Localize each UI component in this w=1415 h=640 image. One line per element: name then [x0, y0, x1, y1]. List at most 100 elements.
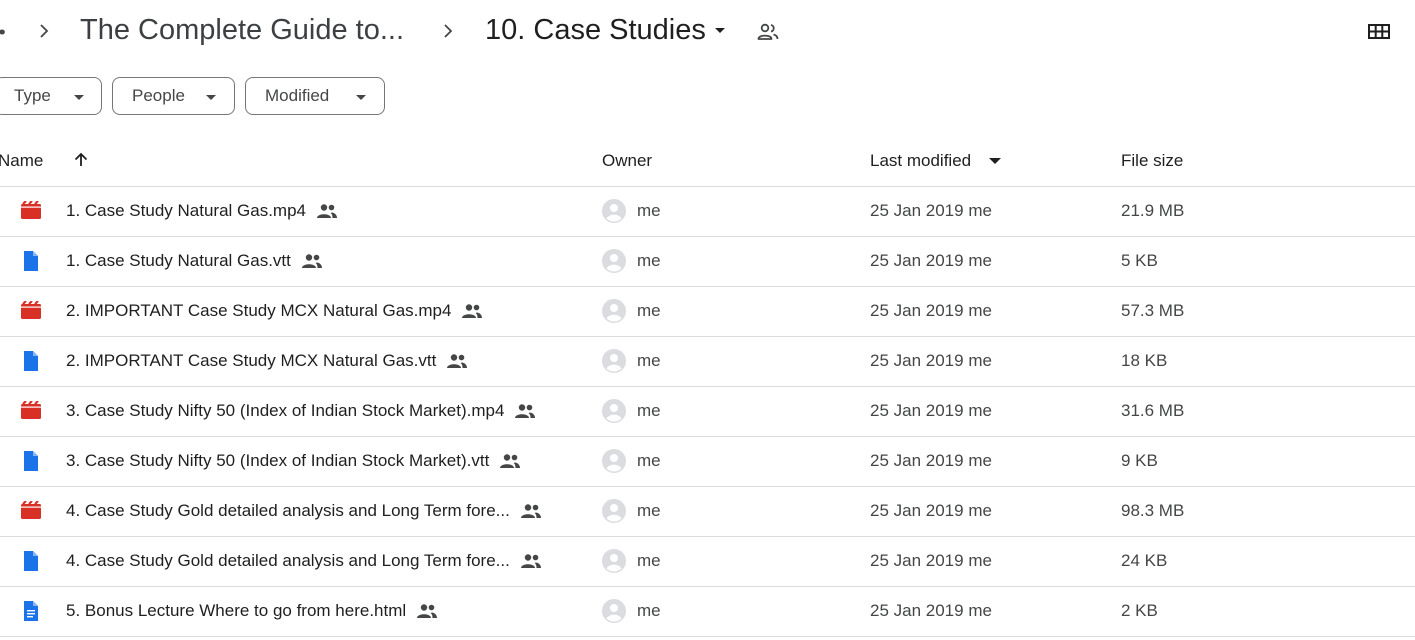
shared-folder-icon[interactable]	[756, 21, 780, 48]
grid-view-icon[interactable]	[1367, 21, 1391, 48]
shared-people-icon	[461, 303, 483, 324]
file-row[interactable]: 4. Case Study Gold detailed analysis and…	[0, 537, 1415, 587]
people-filter-label: People	[132, 86, 185, 105]
modified-filter-label: Modified	[265, 86, 330, 105]
file-name[interactable]: 1. Case Study Natural Gas.mp4	[66, 201, 338, 224]
file-name[interactable]: 5. Bonus Lecture Where to go from here.h…	[66, 601, 438, 624]
file-name[interactable]: 2. IMPORTANT Case Study MCX Natural Gas.…	[66, 351, 468, 374]
generic-file-icon	[20, 351, 42, 371]
modified-date: 25 Jan 2019	[870, 201, 964, 220]
file-list: 1. Case Study Natural Gas.mp4 me 25 Jan 20…	[0, 187, 1415, 637]
modified-by: me	[968, 251, 992, 270]
sort-dropdown-caret-icon[interactable]	[989, 158, 1001, 164]
sort-ascending-icon[interactable]	[72, 151, 90, 174]
default-avatar-icon	[602, 349, 626, 373]
modified-date: 25 Jan 2019	[870, 251, 964, 270]
file-last-modified: 25 Jan 2019 me	[870, 401, 992, 421]
modified-date: 25 Jan 2019	[870, 551, 964, 570]
shared-people-icon	[316, 203, 338, 224]
file-last-modified: 25 Jan 2019 me	[870, 251, 992, 271]
video-file-icon	[20, 400, 42, 421]
file-row[interactable]: 2. IMPORTANT Case Study MCX Natural Gas.…	[0, 287, 1415, 337]
file-size: 31.6 MB	[1121, 401, 1185, 420]
file-row[interactable]: 2. IMPORTANT Case Study MCX Natural Gas.…	[0, 337, 1415, 387]
file-size: 24 KB	[1121, 551, 1168, 570]
default-avatar-icon	[602, 299, 626, 323]
file-name[interactable]: 3. Case Study Nifty 50 (Index of Indian …	[66, 401, 536, 424]
file-row[interactable]: 4. Case Study Gold detailed analysis and…	[0, 487, 1415, 537]
default-avatar-icon	[602, 199, 626, 223]
document-file-icon	[20, 601, 42, 621]
file-owner: me	[637, 401, 661, 420]
modified-by: me	[968, 201, 992, 220]
generic-file-icon	[20, 251, 42, 271]
file-name-text: 2. IMPORTANT Case Study MCX Natural Gas.…	[66, 301, 452, 320]
modified-date: 25 Jan 2019	[870, 501, 964, 520]
modified-date: 25 Jan 2019	[870, 601, 964, 620]
file-name-text: 3. Case Study Nifty 50 (Index of Indian …	[66, 451, 490, 470]
chevron-right-icon	[32, 16, 56, 48]
file-row[interactable]: 3. Case Study Nifty 50 (Index of Indian …	[0, 387, 1415, 437]
file-owner: me	[637, 451, 661, 470]
breadcrumb-more[interactable]: ••	[0, 22, 5, 43]
file-owner: me	[637, 551, 661, 570]
file-size: 9 KB	[1121, 451, 1158, 470]
default-avatar-icon	[602, 249, 626, 273]
file-owner: me	[637, 301, 661, 320]
file-last-modified: 25 Jan 2019 me	[870, 351, 992, 371]
file-name[interactable]: 1. Case Study Natural Gas.vtt	[66, 251, 323, 274]
file-name[interactable]: 4. Case Study Gold detailed analysis and…	[66, 501, 542, 524]
shared-people-icon	[499, 453, 521, 474]
generic-file-icon	[20, 451, 42, 471]
video-file-icon	[20, 200, 42, 221]
default-avatar-icon	[602, 599, 626, 623]
file-last-modified: 25 Jan 2019 me	[870, 501, 992, 521]
default-avatar-icon	[602, 399, 626, 423]
file-name-text: 4. Case Study Gold detailed analysis and…	[66, 501, 510, 520]
dropdown-caret-icon	[74, 95, 84, 100]
type-filter-label: Type	[14, 86, 51, 105]
file-name[interactable]: 2. IMPORTANT Case Study MCX Natural Gas.…	[66, 301, 483, 324]
modified-by: me	[968, 301, 992, 320]
breadcrumb: •• The Complete Guide to... 10. Case Stu…	[0, 0, 1415, 64]
file-name-text: 4. Case Study Gold detailed analysis and…	[66, 551, 510, 570]
file-owner: me	[637, 201, 661, 220]
modified-filter-chip[interactable]: Modified	[245, 77, 385, 115]
file-row[interactable]: 1. Case Study Natural Gas.vtt me 25 Jan 20…	[0, 237, 1415, 287]
file-row[interactable]: 5. Bonus Lecture Where to go from here.h…	[0, 587, 1415, 637]
default-avatar-icon	[602, 499, 626, 523]
file-name-text: 1. Case Study Natural Gas.mp4	[66, 201, 307, 220]
column-header-owner[interactable]: Owner	[602, 151, 652, 171]
file-name[interactable]: 4. Case Study Gold detailed analysis and…	[66, 551, 542, 574]
file-name[interactable]: 3. Case Study Nifty 50 (Index of Indian …	[66, 451, 521, 474]
modified-by: me	[968, 501, 992, 520]
people-filter-chip[interactable]: People	[112, 77, 235, 115]
file-owner: me	[637, 501, 661, 520]
generic-file-icon	[20, 551, 42, 571]
modified-date: 25 Jan 2019	[870, 401, 964, 420]
type-filter-chip[interactable]: Type	[0, 77, 102, 115]
file-row[interactable]: 3. Case Study Nifty 50 (Index of Indian …	[0, 437, 1415, 487]
modified-by: me	[968, 451, 992, 470]
file-size: 21.9 MB	[1121, 201, 1185, 220]
modified-by: me	[968, 401, 992, 420]
column-header-file-size[interactable]: File size	[1121, 151, 1183, 171]
file-owner: me	[637, 251, 661, 270]
breadcrumb-current-folder[interactable]: 10. Case Studies	[485, 14, 706, 47]
column-header-name[interactable]: Name	[0, 151, 43, 171]
dropdown-caret-icon	[356, 95, 366, 100]
dropdown-caret-icon	[206, 95, 216, 100]
breadcrumb-parent[interactable]: The Complete Guide to...	[80, 14, 404, 47]
shared-people-icon	[520, 503, 542, 524]
file-last-modified: 25 Jan 2019 me	[870, 301, 992, 321]
table-header: Name Owner Last modified File size	[0, 140, 1415, 187]
file-row[interactable]: 1. Case Study Natural Gas.mp4 me 25 Jan 20…	[0, 187, 1415, 237]
video-file-icon	[20, 500, 42, 521]
file-name-text: 3. Case Study Nifty 50 (Index of Indian …	[66, 401, 505, 420]
shared-people-icon	[301, 253, 323, 274]
file-name-text: 5. Bonus Lecture Where to go from here.h…	[66, 601, 407, 620]
file-owner: me	[637, 601, 661, 620]
column-header-last-modified[interactable]: Last modified	[870, 151, 971, 171]
file-name-text: 2. IMPORTANT Case Study MCX Natural Gas.…	[66, 351, 437, 370]
folder-menu-caret-icon[interactable]	[715, 28, 725, 33]
